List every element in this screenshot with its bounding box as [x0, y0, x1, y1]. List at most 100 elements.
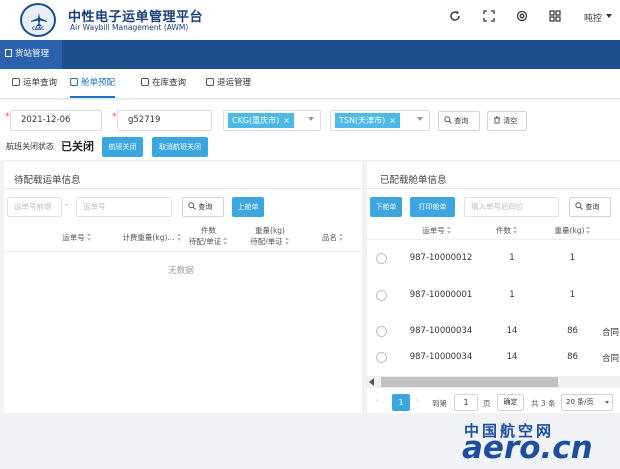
user-name[interactable]: 吨控	[584, 11, 602, 24]
page-size-select[interactable]: 20 条/页	[561, 394, 613, 411]
date-field[interactable]: 2021-12-06	[10, 110, 102, 131]
column-header[interactable]: 计费重量(kg)...	[117, 232, 187, 243]
close-icon[interactable]: ×	[283, 116, 290, 125]
origin-select[interactable]: CKG(重庆市) ×	[223, 110, 321, 131]
flight-status-value: 已关闭	[61, 140, 94, 153]
column-header[interactable]: 运单号	[52, 232, 102, 243]
search-icon	[188, 202, 196, 210]
cancel-close-flight-button[interactable]: 取消航班关闭	[152, 137, 208, 157]
extra-cell: 合同	[602, 328, 620, 338]
total-count: 共 3 条	[531, 399, 556, 408]
apps-icon[interactable]	[548, 10, 562, 24]
scroll-left-arrow-icon[interactable]	[369, 378, 374, 386]
tab-return-management[interactable]: 退运管理	[206, 69, 251, 98]
row-radio[interactable]	[376, 326, 387, 337]
pending-query-button[interactable]: 查询	[182, 197, 224, 217]
flight-number-field[interactable]: g52719	[117, 110, 212, 131]
query-button[interactable]: 查询	[438, 111, 480, 131]
empty-table-text: 无数据	[168, 266, 194, 276]
pending-panel-title: 待配载运单信息	[14, 175, 81, 186]
column-header[interactable]: 重量(kg)	[548, 225, 598, 236]
divider	[367, 188, 620, 189]
clear-button-label: 清空	[503, 117, 518, 125]
column-header[interactable]: 重量(kg) 待配/单证	[245, 225, 295, 247]
refresh-icon[interactable]	[448, 10, 462, 24]
chevron-down-icon	[308, 117, 314, 121]
query-button-label: 查询	[454, 117, 469, 125]
sort-icon[interactable]	[339, 233, 344, 241]
document-icon	[5, 49, 12, 57]
origin-tag: CKG(重庆市) ×	[228, 113, 294, 128]
scrollbar-thumb[interactable]	[381, 377, 558, 387]
sort-icon[interactable]	[513, 226, 518, 234]
caac-logo: CAAC	[20, 3, 56, 37]
tab-inventory-query[interactable]: 在库查询	[141, 69, 186, 98]
next-page-button[interactable]: ›	[416, 396, 419, 405]
clear-button[interactable]: 清空	[487, 111, 527, 131]
main-navbar: 货站管理	[0, 40, 620, 69]
unload-manifest-button[interactable]: 下舱单	[370, 197, 402, 217]
app-subtitle: Air Waybill Management (AWM)	[70, 23, 189, 32]
sort-icon[interactable]	[86, 233, 92, 241]
chevron-down-icon[interactable]	[606, 14, 612, 18]
print-manifest-button[interactable]: 打印舱单	[410, 197, 455, 217]
tab-label: 运单查询	[23, 78, 58, 88]
sort-icon[interactable]	[586, 226, 591, 234]
sub-tabs: 运单查询 舱单预配 在库查询 退运管理	[0, 69, 620, 99]
column-header[interactable]: 件数	[487, 225, 527, 236]
loaded-panel-title: 已配载舱单信息	[380, 175, 447, 186]
tab-manifest-preassign[interactable]: 舱单预配	[70, 69, 116, 98]
prev-page-button[interactable]: ‹	[376, 396, 379, 405]
tab-label: 舱单预配	[81, 78, 116, 88]
nav-tab-label: 货站管理	[15, 49, 50, 59]
sort-icon[interactable]	[223, 237, 228, 245]
goto-label: 到第	[432, 399, 447, 408]
sort-icon[interactable]	[284, 237, 290, 245]
loaded-query-button[interactable]: 查询	[569, 197, 611, 217]
origin-tag-label: CKG(重庆市)	[232, 116, 280, 125]
logo-text: CAAC	[31, 26, 45, 31]
goto-confirm-button[interactable]: 确定	[497, 394, 524, 411]
extra-cell: 合同	[602, 354, 620, 364]
query-button-label: 查询	[585, 203, 600, 211]
awb-cell: 987-10000001	[409, 290, 473, 300]
divider	[4, 188, 362, 189]
close-icon[interactable]: ×	[389, 116, 396, 125]
required-mark: *	[5, 112, 10, 122]
cube-icon	[70, 78, 78, 86]
nav-tab-station[interactable]: 货站管理	[0, 40, 62, 69]
destination-tag-label: TSN(天津市)	[339, 116, 386, 125]
column-header[interactable]: 品名	[313, 232, 353, 243]
sort-icon[interactable]	[446, 226, 452, 234]
fullscreen-icon[interactable]	[482, 10, 496, 24]
column-header[interactable]: 运单号	[412, 225, 462, 236]
trash-icon	[494, 116, 500, 124]
goto-page-input[interactable]: 1	[454, 394, 478, 411]
pieces-cell: 14	[506, 352, 518, 362]
awb-suffix-search-input[interactable]: 输入单号后四位	[464, 197, 559, 217]
awb-number-input[interactable]: 运单号	[76, 197, 172, 217]
sort-icon[interactable]	[176, 233, 182, 241]
cube-icon	[141, 78, 149, 86]
tab-label: 在库查询	[152, 78, 187, 88]
support-icon[interactable]	[515, 10, 529, 24]
weight-cell: 86	[567, 326, 578, 336]
load-manifest-button[interactable]: 上舱单	[232, 197, 264, 217]
destination-select[interactable]: TSN(天津市) ×	[330, 110, 430, 131]
pieces-cell: 14	[506, 326, 518, 336]
current-page[interactable]: 1	[392, 394, 410, 411]
destination-tag: TSN(天津市) ×	[335, 113, 400, 128]
row-radio[interactable]	[376, 290, 387, 301]
tab-waybill-query[interactable]: 运单查询	[12, 69, 57, 98]
row-radio[interactable]	[376, 352, 387, 363]
required-mark: *	[112, 112, 117, 122]
page-unit: 页	[483, 399, 491, 408]
close-flight-button[interactable]: 航班关闭	[102, 137, 143, 157]
weight-cell: 86	[567, 352, 578, 362]
column-header[interactable]: 件数 待配/单证	[186, 225, 231, 247]
tab-label: 退运管理	[217, 78, 252, 88]
awb-prefix-input[interactable]: 运单号前缀	[7, 197, 62, 217]
awb-cell: 987-10000034	[409, 352, 473, 362]
awb-cell: 987-10000012	[409, 253, 473, 263]
row-radio[interactable]	[376, 253, 387, 264]
